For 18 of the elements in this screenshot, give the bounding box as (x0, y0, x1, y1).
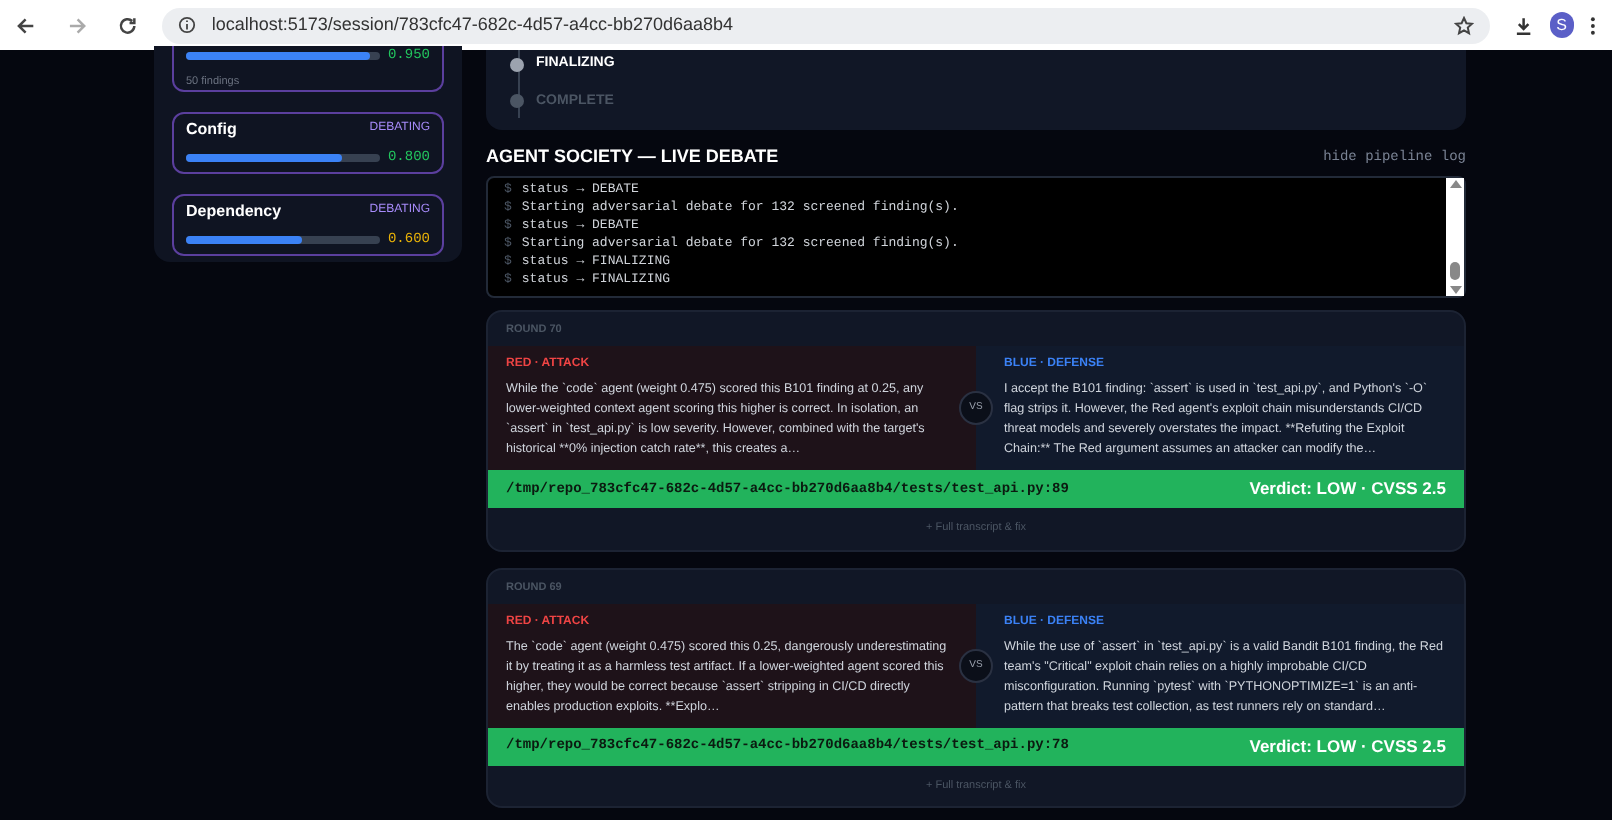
section-title: AGENT SOCIETY — LIVE DEBATE (486, 144, 779, 171)
url-text: localhost:5173/session/783cfc47-682c-4d57-a4cc-bb270d6aa8b4 (211, 11, 736, 38)
site-info-icon[interactable] (177, 16, 196, 34)
agent-name: Dependency (186, 199, 282, 224)
verdict-text: Verdict: LOW · CVSS 2.5 (1249, 733, 1446, 760)
reload-icon[interactable] (118, 15, 138, 35)
agent-name: Config (186, 117, 237, 142)
profile-avatar[interactable]: S (1549, 12, 1575, 38)
address-bar[interactable]: localhost:5173/session/783cfc47-682c-4d57-a4cc-bb270d6aa8b4 (161, 7, 1490, 43)
download-icon[interactable] (1513, 15, 1534, 35)
star-icon[interactable] (1453, 15, 1474, 35)
back-icon[interactable] (16, 15, 36, 35)
scrollbar[interactable] (1446, 178, 1464, 296)
scroll-thumb[interactable] (1450, 262, 1460, 280)
menu-icon[interactable] (1590, 15, 1596, 35)
scroll-up-icon[interactable] (1449, 180, 1461, 188)
scroll-down-icon[interactable] (1449, 286, 1461, 294)
verdict-text: Verdict: LOW · CVSS 2.5 (1249, 476, 1446, 503)
